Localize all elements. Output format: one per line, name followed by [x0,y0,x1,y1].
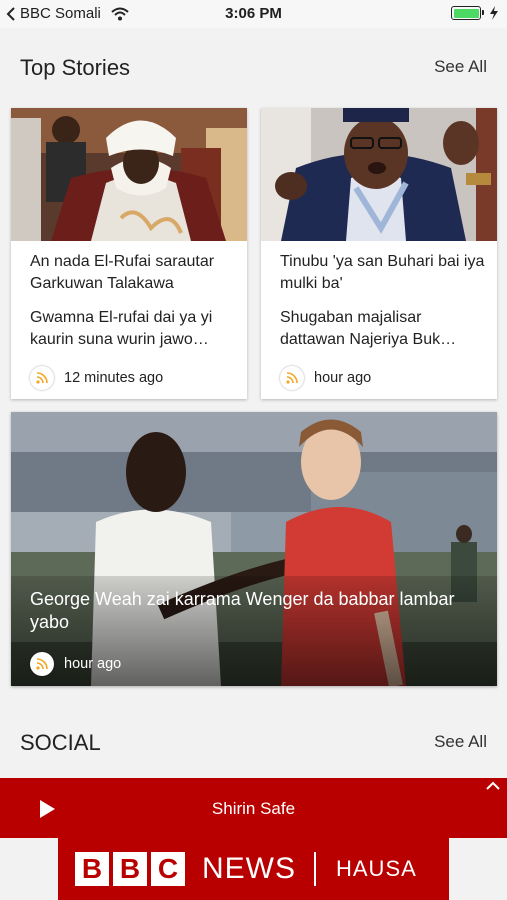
audio-player-bar[interactable]: Shirin Safe [0,778,507,838]
rss-icon [280,366,304,390]
feature-story-card[interactable]: George Weah zai karrama Wenger da babbar… [11,412,497,686]
story-title: Tinubu 'ya san Buhari bai iya mulki ba' [280,253,485,292]
bbc-logo-letter: B [75,852,109,886]
story-timestamp: hour ago [314,370,372,386]
social-title: SOCIAL [20,730,101,755]
status-time: 3:06 PM [225,5,282,22]
top-stories-see-all-button[interactable]: See All [434,57,487,77]
story-timestamp: 12 minutes ago [64,370,164,386]
chevron-up-icon[interactable] [485,780,501,792]
bbc-news-hausa-logo: B B C NEWS HAUSA [58,838,449,900]
battery-indicator [451,6,499,20]
story-image [11,108,247,241]
brand-bar: B B C NEWS HAUSA [0,838,507,900]
battery-icon [451,6,484,20]
status-bar: BBC Somali 3:06 PM [0,0,507,28]
rss-icon [30,366,54,390]
story-meta: hour ago [280,366,371,390]
brand-news-label: NEWS [202,852,296,885]
feature-story-meta: hour ago [30,652,121,676]
story-image [261,108,497,241]
rss-icon [30,652,54,676]
bbc-logo: B B C [75,852,185,886]
feature-story-timestamp: hour ago [64,656,122,672]
social-see-all-button[interactable]: See All [434,732,487,752]
story-summary: Shugaban majalisar dattawan Najeriya Buk… [280,309,457,348]
story-summary: Gwamna El-rufai dai ya yi kaurin suna wu… [30,309,213,348]
social-header: SOCIAL See All [0,722,507,762]
story-meta: 12 minutes ago [30,366,163,390]
battery-level [453,8,479,18]
brand-service-label: HAUSA [336,856,417,881]
top-stories-header: Top Stories See All [0,47,507,87]
player-title: Shirin Safe [211,799,296,818]
charging-bolt-icon [490,6,498,20]
story-title: An nada El-Rufai sarautar Garkuwan Talak… [30,253,215,292]
story-card[interactable]: An nada El-Rufai sarautar Garkuwan Talak… [11,108,247,399]
feature-story-title: George Weah zai karrama Wenger da babbar… [30,589,455,632]
story-card[interactable]: Tinubu 'ya san Buhari bai iya mulki ba' … [261,108,497,399]
bbc-logo-letter: B [113,852,147,886]
top-stories-title: Top Stories [20,55,131,80]
bbc-logo-letter: C [151,852,185,886]
brand-divider [314,852,316,886]
